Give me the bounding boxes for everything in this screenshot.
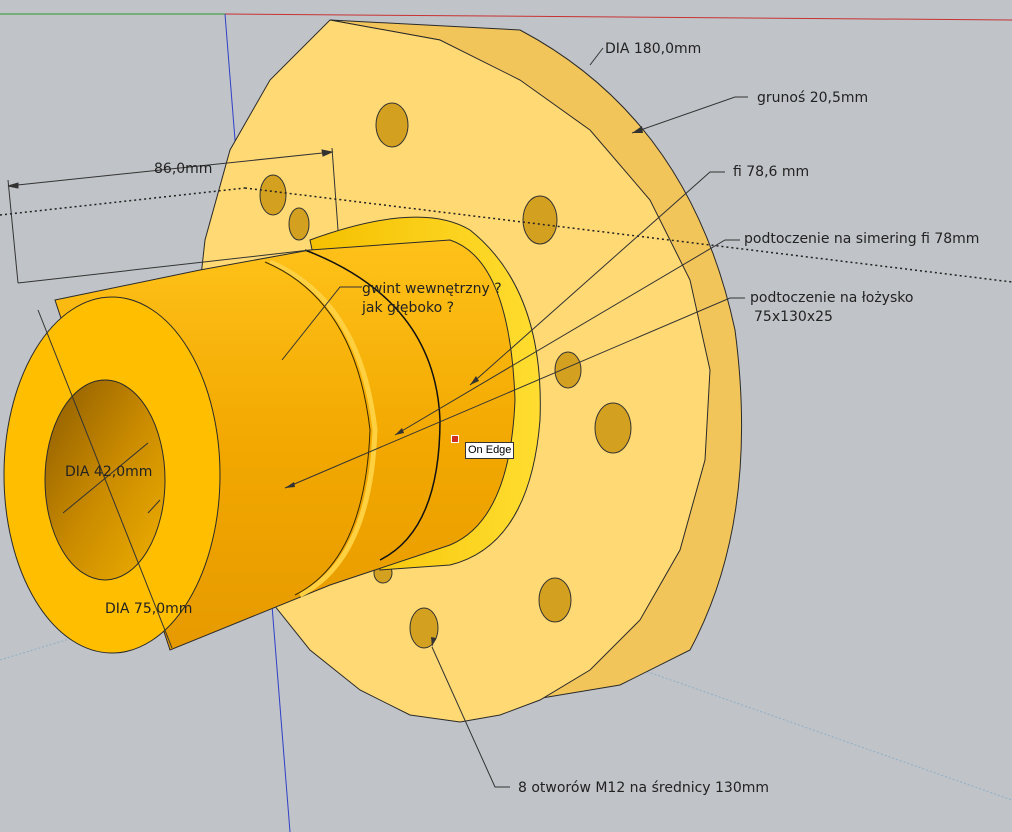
label-thickness: grunoś 20,5mm — [757, 90, 869, 106]
bolt-hole — [538, 577, 572, 623]
label-thread-line1: gwint wewnętrzny ? — [362, 281, 502, 297]
label-fi-78-6: fi 78,6 mm — [733, 164, 810, 180]
label-thread-line2: jak głęboko ? — [362, 300, 455, 316]
bolt-hole — [288, 207, 310, 241]
label-dia-75: DIA 75,0mm — [105, 601, 193, 617]
red-axis — [224, 13, 1012, 21]
label-seal-groove: podtoczenie na simering fi 78mm — [744, 231, 980, 247]
bolt-hole — [522, 195, 558, 245]
label-dia-180: DIA 180,0mm — [605, 41, 702, 57]
3d-model-scene[interactable] — [0, 0, 1012, 832]
dotted-guide — [0, 187, 246, 216]
inference-point — [451, 435, 459, 443]
bolt-hole — [375, 102, 409, 148]
bolt-hole — [259, 174, 287, 216]
bolt-hole — [594, 402, 632, 454]
label-dia-42: DIA 42,0mm — [65, 464, 153, 480]
label-bearing-groove-line1: podtoczenie na łożysko — [750, 290, 914, 306]
inference-tooltip: On Edge — [465, 442, 515, 459]
modeling-viewport[interactable]: DIA 180,0mm grunoś 20,5mm fi 78,6 mm pod… — [0, 0, 1012, 832]
label-bearing-groove-line2: 75x130x25 — [754, 309, 833, 325]
bolt-hole — [554, 351, 582, 389]
label-holes: 8 otworów M12 na średnicy 130mm — [518, 780, 770, 796]
label-dim-86: 86,0mm — [154, 161, 213, 177]
